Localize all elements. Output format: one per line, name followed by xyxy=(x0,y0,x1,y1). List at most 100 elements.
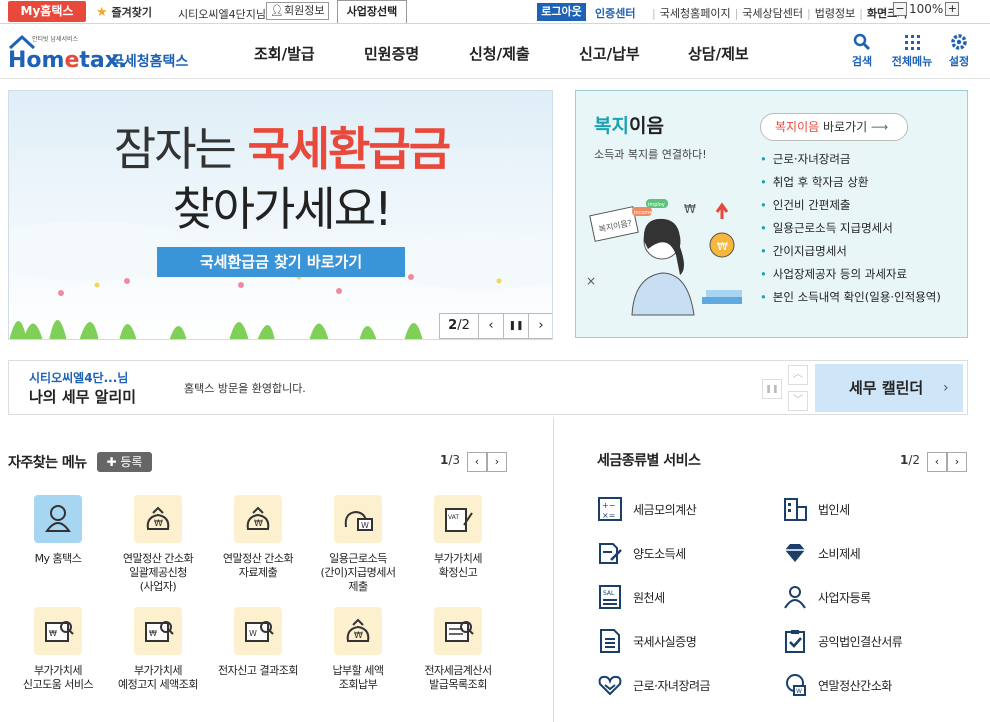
favorites-page-total: /3 xyxy=(448,453,461,467)
refund-banner[interactable]: 잠자는 국세환급금 찾아가세요! 국세환급금 찾기 바로가기 2/2 ‹ ❚❚ … xyxy=(8,90,553,340)
welfare-item[interactable]: 취업 후 학자금 상환 xyxy=(760,174,941,197)
svg-text:VAT: VAT xyxy=(448,514,459,521)
fav-item-label: 부가가치세 신고도움 서비스 xyxy=(22,664,94,691)
favorites-prev-button[interactable]: ‹ xyxy=(467,452,487,472)
section-divider xyxy=(553,418,554,722)
fav-item-yearend-bulk[interactable]: ₩ 연말정산 간소화 일괄제공신청 (사업자) xyxy=(108,495,208,594)
tax-service-prev-button[interactable]: ‹ xyxy=(927,452,947,472)
notifier-pause-button[interactable]: ❚❚ xyxy=(762,379,782,399)
welfare-item[interactable]: 일용근로소득 지급명세서 xyxy=(760,220,941,243)
illustration-tag-1: imploy xyxy=(648,202,665,208)
fav-item-my-hometax[interactable]: My 홈택스 xyxy=(8,495,108,566)
fav-item-vat-final[interactable]: VAT 부가가치세 확정신고 xyxy=(408,495,508,580)
settings-button[interactable]: 설정 xyxy=(945,33,973,69)
welfare-item[interactable]: 간이지급명세서 xyxy=(760,243,941,266)
banner-pause-button[interactable]: ❚❚ xyxy=(503,313,529,339)
fav-item-einvoice-list[interactable]: 전자세금계산서 발급목록조회 xyxy=(408,607,508,692)
notifier-down-button[interactable]: ﹀ xyxy=(788,391,808,411)
tax-calendar-label: 세무 캘린더 xyxy=(849,379,924,397)
won-doc-search-icon: W xyxy=(234,607,282,655)
svg-text:₩: ₩ xyxy=(684,202,696,216)
star-icon: ★ xyxy=(96,5,108,20)
all-menu-button[interactable]: 전체메뉴 xyxy=(890,33,934,69)
top-utility-bar: My홈택스 ★ 즐겨찾기 시티오씨엘4단지님 👤︎회원정보 사업장선택 로그아웃… xyxy=(0,0,990,24)
fav-item-tax-payment[interactable]: ₩ 납부할 세액 조회납부 xyxy=(308,607,408,692)
welfare-shortcut-button[interactable]: 복지이음 바로가기 ⟶ xyxy=(760,113,908,141)
search-button[interactable]: 검색 xyxy=(846,33,878,69)
logo-main-text: Hometax. xyxy=(8,48,127,73)
top-links: | 국세청홈페이지 | 국세상담센터 | 법령정보 | 화면크기 xyxy=(652,7,908,20)
law-info-link[interactable]: 법령정보 xyxy=(815,7,855,20)
banner-headline-2: 찾아가세요! xyxy=(172,182,392,236)
certificate-icon xyxy=(600,629,620,653)
search-label: 검색 xyxy=(851,55,873,68)
zoom-out-button[interactable]: − xyxy=(893,2,907,16)
settings-label: 설정 xyxy=(948,55,970,68)
fav-item-vat-forecast[interactable]: ₩ 부가가치세 예정고지 세액조회 xyxy=(108,607,208,692)
fav-item-label: 일용근로소득 (간이)지급명세서 제출 xyxy=(320,552,396,593)
nav-certificate[interactable]: 민원증명 xyxy=(364,43,419,64)
user-icon xyxy=(34,495,82,543)
welfare-item[interactable]: 인건비 간편제출 xyxy=(760,197,941,220)
welfare-link-b: 바로가기 xyxy=(823,120,868,134)
notifier-message[interactable]: 홈택스 방문을 환영합니다. xyxy=(184,380,306,396)
favorites-link[interactable]: ★ 즐겨찾기 xyxy=(96,4,152,20)
consult-center-link[interactable]: 국세상담센터 xyxy=(742,7,803,20)
nav-apply[interactable]: 신청/제출 xyxy=(469,43,530,64)
nav-inquiry[interactable]: 조회/발급 xyxy=(254,43,315,64)
welfare-item[interactable]: 근로·자녀장려금 xyxy=(760,151,941,174)
calculator-icon: +−×= xyxy=(598,497,622,521)
nav-consult[interactable]: 상담/제보 xyxy=(688,43,749,64)
svg-text:₩: ₩ xyxy=(717,240,728,253)
fav-item-yearend-submit[interactable]: ₩ 연말정산 간소화 자료제출 xyxy=(208,495,308,580)
business-select-tab[interactable]: 사업장선택 xyxy=(337,0,407,23)
welfare-illustration: 복지이음? imploy income ₩ ₩ × xyxy=(586,199,742,316)
tax-service-next-button[interactable]: › xyxy=(947,452,967,472)
favorites-menu-title: 자주찾는 메뉴 xyxy=(8,455,87,471)
refund-search-button[interactable]: 국세환급금 찾기 바로가기 xyxy=(157,247,405,277)
hometax-logo[interactable]: 안티빗 납세서비스 Hometax. 국세청홈택스 xyxy=(8,31,193,75)
fav-item-efile-result[interactable]: W 전자신고 결과조회 xyxy=(208,607,308,678)
plus-icon: ✚ xyxy=(106,455,117,469)
fav-item-label: 전자세금계산서 발급목록조회 xyxy=(424,664,492,691)
banner-headline-1: 잠자는 국세환급금 xyxy=(9,113,552,179)
svg-text:₩: ₩ xyxy=(254,519,263,529)
fav-item-label: 연말정산 간소화 일괄제공신청 (사업자) xyxy=(122,552,194,593)
cert-center-link[interactable]: 인증센터 xyxy=(595,5,635,21)
member-info-label: 회원정보 xyxy=(283,4,325,17)
notifier-user: 시티오씨엘4단...님 xyxy=(29,371,129,385)
tax-item-label: 법인세 xyxy=(818,503,850,517)
welfare-item[interactable]: 본인 소득내역 확인(일용·인적용역) xyxy=(760,289,941,312)
banner-prev-button[interactable]: ‹ xyxy=(478,313,504,339)
zoom-in-button[interactable]: + xyxy=(945,2,960,16)
money-card-icon: W xyxy=(334,495,382,543)
money-bag-icon: ₩ xyxy=(334,607,382,655)
register-favorite-button[interactable]: ✚ 등록 xyxy=(97,452,152,472)
fav-item-daily-income[interactable]: W 일용근로소득 (간이)지급명세서 제출 xyxy=(308,495,408,594)
heart-hands-icon xyxy=(598,675,622,696)
logout-button[interactable]: 로그아웃 xyxy=(537,3,586,21)
banner-next-button[interactable]: › xyxy=(528,313,552,339)
svg-text:×=: ×= xyxy=(602,511,615,520)
welfare-title-b: 이음 xyxy=(628,115,664,137)
svg-text:SAL: SAL xyxy=(603,590,615,597)
zoom-level: 100% xyxy=(909,2,944,16)
tax-calendar-button[interactable]: 세무 캘린더 › xyxy=(815,364,963,412)
nts-home-link[interactable]: 국세청홈페이지 xyxy=(660,7,731,20)
tax-item-label: 소비제세 xyxy=(818,547,861,561)
my-hometax-button[interactable]: My홈택스 xyxy=(8,1,86,22)
vat-doc-icon: VAT xyxy=(434,495,482,543)
welfare-item[interactable]: 사업장제공자 등의 과세자료 xyxy=(760,266,941,289)
nav-report-pay[interactable]: 신고/납부 xyxy=(579,43,640,64)
won-hand-icon: W xyxy=(786,674,806,696)
invoice-search-icon xyxy=(434,607,482,655)
svg-text:₩: ₩ xyxy=(49,629,57,638)
svg-text:₩: ₩ xyxy=(149,629,157,638)
tax-doc-search-icon: ₩ xyxy=(34,607,82,655)
fav-item-vat-help[interactable]: ₩ 부가가치세 신고도움 서비스 xyxy=(8,607,108,692)
notifier-up-button[interactable]: ︿ xyxy=(788,365,808,385)
favorites-next-button[interactable]: › xyxy=(487,452,507,472)
member-info-button[interactable]: 👤︎회원정보 xyxy=(266,2,330,20)
main-header: 안티빗 납세서비스 Hometax. 국세청홈택스 조회/발급 민원증명 신청/… xyxy=(0,25,990,79)
logo-sub-text: 국세청홈택스 xyxy=(111,53,188,70)
